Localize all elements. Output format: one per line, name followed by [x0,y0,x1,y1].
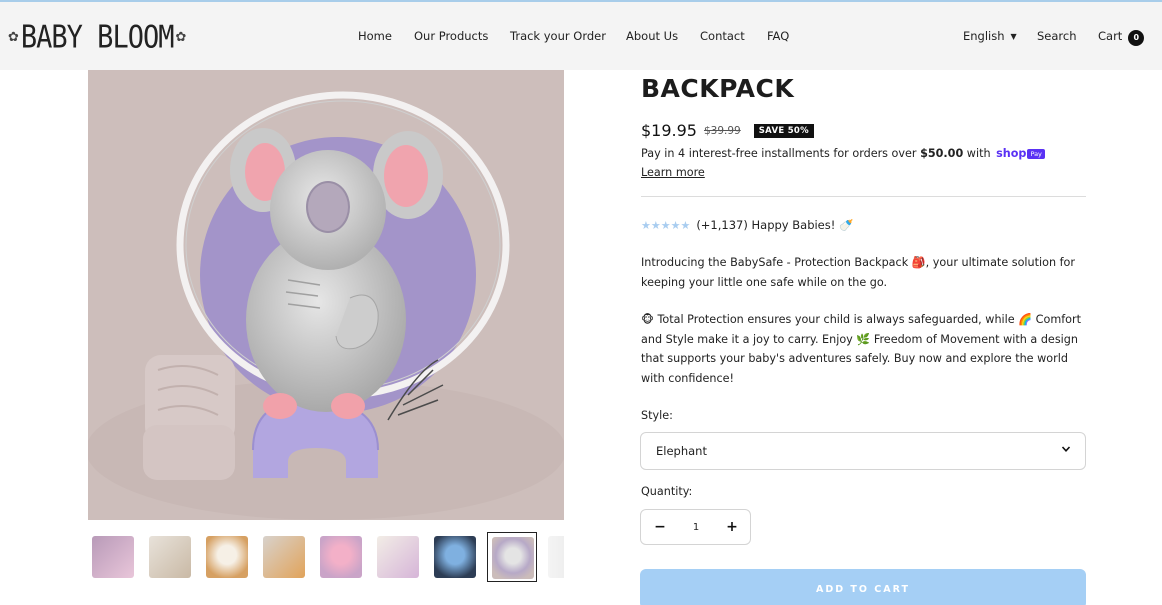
quantity-stepper: − + [640,509,751,545]
style-select[interactable]: Elephant [640,432,1086,470]
description-features: 🐵 Total Protection ensures your child is… [641,313,1081,385]
site-header: ✿ BABY BLOOM ✿ Home Our Products Track y… [0,2,1162,70]
rating-row[interactable]: ★★★★★ (+1,137) Happy Babies! 🍼 [641,218,853,232]
language-label: English [963,29,1005,43]
cart-count-badge: 0 [1128,30,1145,46]
nav-about-us[interactable]: About Us [626,29,678,43]
shop-pay-pill: Pay [1027,149,1045,159]
nav-our-products[interactable]: Our Products [414,29,488,43]
flower-icon: ✿ [8,29,19,45]
thumbnail-4[interactable] [259,532,309,582]
quantity-input[interactable] [678,518,714,536]
elephant-backpack-illustration [88,70,564,520]
chevron-down-icon: ▼ [1010,32,1017,41]
thumbnail-1[interactable] [88,532,138,582]
description-intro: Introducing the BabySafe - Protection Ba… [641,256,1075,289]
thumbnail-9[interactable] [544,532,564,582]
learn-more-link[interactable]: Learn more [641,166,705,179]
cart-label: Cart [1098,29,1123,43]
thumbnail-3[interactable] [202,532,252,582]
installments-with: with [963,147,995,160]
installments-amount: $50.00 [920,147,964,160]
nav-contact[interactable]: Contact [700,29,745,43]
site-logo[interactable]: ✿ BABY BLOOM ✿ [8,18,186,56]
style-selected-value: Elephant [656,444,707,458]
thumbnail-strip [88,532,564,584]
quantity-decrease-button[interactable]: − [649,517,671,537]
star-rating-icons: ★★★★★ [641,218,691,232]
nav-home[interactable]: Home [358,29,392,43]
main-product-image[interactable] [88,70,564,520]
compare-at-price: $39.99 [703,124,741,137]
quantity-increase-button[interactable]: + [721,517,743,537]
price-row: $19.95 $39.99 SAVE 50% [641,121,814,140]
thumbnail-8[interactable] [487,532,537,582]
nav-track-order[interactable]: Track your Order [510,29,606,43]
installments-prefix: Pay in 4 interest-free installments for … [641,147,921,160]
language-selector[interactable]: English ▼ [963,29,1017,43]
save-badge: SAVE 50% [753,123,814,138]
divider [641,196,1086,197]
flower-icon: ✿ [175,29,187,45]
logo-text: BABY BLOOM [20,19,175,55]
cart-link[interactable]: Cart 0 [1098,29,1145,46]
sale-price: $19.95 [641,121,697,140]
search-link[interactable]: Search [1037,29,1077,43]
thumbnail-6[interactable] [373,532,423,582]
chevron-down-icon [1061,446,1071,452]
style-label: Style: [641,409,673,422]
quantity-label: Quantity: [641,485,693,498]
product-title: BACKPACK [641,74,795,103]
nav-faq[interactable]: FAQ [767,29,789,43]
installments-message: Pay in 4 interest-free installments for … [641,147,1045,160]
rating-text: (+1,137) Happy Babies! 🍼 [696,218,854,232]
shop-pay-logo: shop [996,147,1027,160]
thumbnail-2[interactable] [145,532,195,582]
thumbnail-5[interactable] [316,532,366,582]
add-to-cart-button[interactable]: ADD TO CART [640,569,1086,605]
thumbnail-7[interactable] [430,532,480,582]
